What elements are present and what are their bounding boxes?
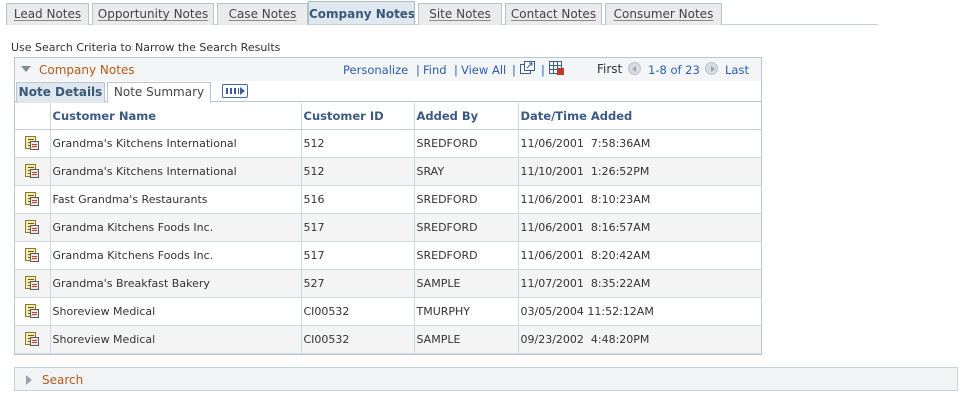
cell-date-time: 11/07/2001 8:35:22AM xyxy=(518,269,761,298)
cell-customer-id: 516 xyxy=(301,185,415,214)
cell-date-time: 11/06/2001 8:10:23AM xyxy=(518,185,761,214)
cell-customer-name: Grandma's Kitchens International xyxy=(50,129,302,158)
tab-note-summary[interactable]: Note Summary xyxy=(107,82,211,103)
cell-added-by: SAMPLE xyxy=(414,325,519,354)
cell-added-by: SREDFORD xyxy=(414,241,519,270)
personalize-link[interactable]: Personalize xyxy=(343,63,408,77)
note-icon[interactable] xyxy=(25,275,40,291)
note-icon[interactable] xyxy=(25,191,40,207)
cell-added-by: SREDFORD xyxy=(414,185,519,214)
expand-triangle-icon[interactable] xyxy=(26,375,32,385)
column-header-customer-id: Customer ID xyxy=(301,103,415,130)
cell-customer-id: 527 xyxy=(301,269,415,298)
table-row: Shoreview Medical CI00532 TMURPHY 03/05/… xyxy=(15,297,761,326)
instructions-text: Use Search Criteria to Narrow the Search… xyxy=(11,41,281,54)
tab-site-notes[interactable]: Site Notes xyxy=(418,3,502,25)
cell-customer-name: Shoreview Medical xyxy=(50,325,302,354)
grid-sub-tabs: Note Details Note Summary xyxy=(15,81,761,103)
cell-customer-name: Grandma's Kitchens International xyxy=(50,157,302,186)
table-row: Grandma Kitchens Foods Inc. 517 SREDFORD… xyxy=(15,241,761,270)
search-section-toggle[interactable]: Search xyxy=(14,367,958,391)
page-range: 1-8 of 23 xyxy=(648,63,700,77)
tab-opportunity-notes[interactable]: Opportunity Notes xyxy=(92,3,214,25)
tab-case-notes[interactable]: Case Notes xyxy=(217,3,308,25)
cell-customer-id: 517 xyxy=(301,213,415,242)
column-header-added-by: Added By xyxy=(414,103,519,130)
cell-customer-name: Fast Grandma's Restaurants xyxy=(50,185,302,214)
cell-date-time: 11/06/2001 8:16:57AM xyxy=(518,213,761,242)
note-icon[interactable] xyxy=(25,163,40,179)
cell-customer-name: Shoreview Medical xyxy=(50,297,302,326)
cell-added-by: SREDFORD xyxy=(414,129,519,158)
last-link[interactable]: Last xyxy=(725,63,749,77)
note-icon[interactable] xyxy=(25,219,40,235)
table-row: Grandma's Kitchens International 512 SRA… xyxy=(15,157,761,186)
column-header-date-time-added: Date/Time Added xyxy=(518,103,761,130)
tab-company-notes[interactable]: Company Notes xyxy=(308,1,415,24)
tab-lead-notes[interactable]: Lead Notes xyxy=(6,3,89,25)
cell-date-time: 11/06/2001 7:58:36AM xyxy=(518,129,761,158)
cell-added-by: SREDFORD xyxy=(414,213,519,242)
find-link[interactable]: Find xyxy=(423,63,447,77)
table-row: Shoreview Medical CI00532 SAMPLE 09/23/2… xyxy=(15,325,761,354)
company-notes-grid: Company Notes Personalize | Find | View … xyxy=(14,57,762,355)
note-icon[interactable] xyxy=(25,247,40,263)
cell-date-time: 03/05/2004 11:52:12AM xyxy=(518,297,761,326)
page-tab-bar: Lead Notes Opportunity Notes Case Notes … xyxy=(6,1,878,25)
tab-consumer-notes[interactable]: Consumer Notes xyxy=(605,3,722,25)
expand-tabs-icon[interactable] xyxy=(222,84,248,98)
view-all-link[interactable]: View All xyxy=(461,63,506,77)
search-section-label: Search xyxy=(42,373,84,387)
tab-contact-notes[interactable]: Contact Notes xyxy=(505,3,602,25)
cell-customer-id: CI00532 xyxy=(301,325,415,354)
table-row: Grandma's Breakfast Bakery 527 SAMPLE 11… xyxy=(15,269,761,298)
cell-customer-name: Grandma Kitchens Foods Inc. xyxy=(50,213,302,242)
cell-customer-id: 512 xyxy=(301,157,415,186)
column-header-customer-name: Customer Name xyxy=(50,103,302,130)
notes-table: Customer Name Customer ID Added By Date/… xyxy=(15,103,761,354)
grid-header: Company Notes Personalize | Find | View … xyxy=(15,58,761,81)
table-header-row: Customer Name Customer ID Added By Date/… xyxy=(15,103,761,130)
note-icon[interactable] xyxy=(25,303,40,319)
note-icon[interactable] xyxy=(25,331,40,347)
previous-icon[interactable] xyxy=(628,62,641,75)
first-label: First xyxy=(597,62,623,76)
note-icon[interactable] xyxy=(25,135,40,151)
cell-customer-id: 512 xyxy=(301,129,415,158)
table-row: Fast Grandma's Restaurants 516 SREDFORD … xyxy=(15,185,761,214)
next-icon[interactable] xyxy=(705,62,718,75)
new-window-icon[interactable] xyxy=(520,61,535,75)
cell-customer-id: 517 xyxy=(301,241,415,270)
cell-date-time: 09/23/2002 4:48:20PM xyxy=(518,325,761,354)
cell-added-by: TMURPHY xyxy=(414,297,519,326)
cell-customer-name: Grandma's Breakfast Bakery xyxy=(50,269,302,298)
cell-added-by: SAMPLE xyxy=(414,269,519,298)
cell-added-by: SRAY xyxy=(414,157,519,186)
cell-date-time: 11/06/2001 8:20:42AM xyxy=(518,241,761,270)
grid-navigation: Personalize | Find | View All | | First … xyxy=(343,61,749,77)
cell-customer-id: CI00532 xyxy=(301,297,415,326)
table-row: Grandma Kitchens Foods Inc. 517 SREDFORD… xyxy=(15,213,761,242)
tab-note-details[interactable]: Note Details xyxy=(16,82,105,103)
cell-customer-name: Grandma Kitchens Foods Inc. xyxy=(50,241,302,270)
table-row: Grandma's Kitchens International 512 SRE… xyxy=(15,129,761,158)
cell-date-time: 11/10/2001 1:26:52PM xyxy=(518,157,761,186)
download-grid-icon[interactable] xyxy=(549,61,564,75)
